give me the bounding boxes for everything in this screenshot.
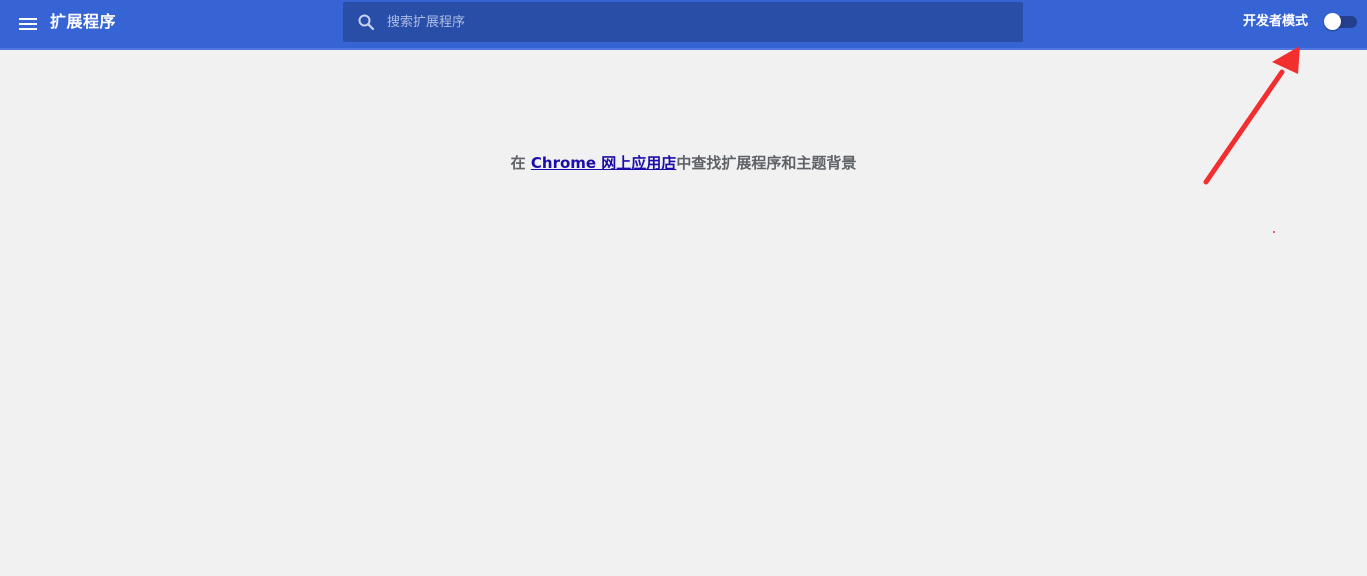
search-box[interactable]	[343, 2, 1023, 42]
developer-mode-toggle[interactable]	[1323, 13, 1359, 31]
search-input[interactable]	[387, 2, 1007, 42]
page-title: 扩展程序	[50, 12, 117, 31]
red-dot	[1273, 231, 1275, 233]
chrome-web-store-link[interactable]: Chrome 网上应用店	[531, 154, 676, 172]
hamburger-menu-icon[interactable]	[16, 12, 40, 36]
toggle-knob	[1324, 13, 1341, 30]
developer-mode-label: 开发者模式	[1243, 14, 1309, 29]
empty-message-prefix: 在	[510, 154, 531, 172]
red-arrow-icon	[1203, 46, 1300, 185]
empty-message-suffix: 中查找扩展程序和主题背景	[676, 154, 857, 172]
empty-state-message: 在 Chrome 网上应用店中查找扩展程序和主题背景	[0, 152, 1367, 174]
search-icon	[357, 13, 375, 31]
toolbar: 扩展程序 开发者模式	[0, 0, 1367, 50]
